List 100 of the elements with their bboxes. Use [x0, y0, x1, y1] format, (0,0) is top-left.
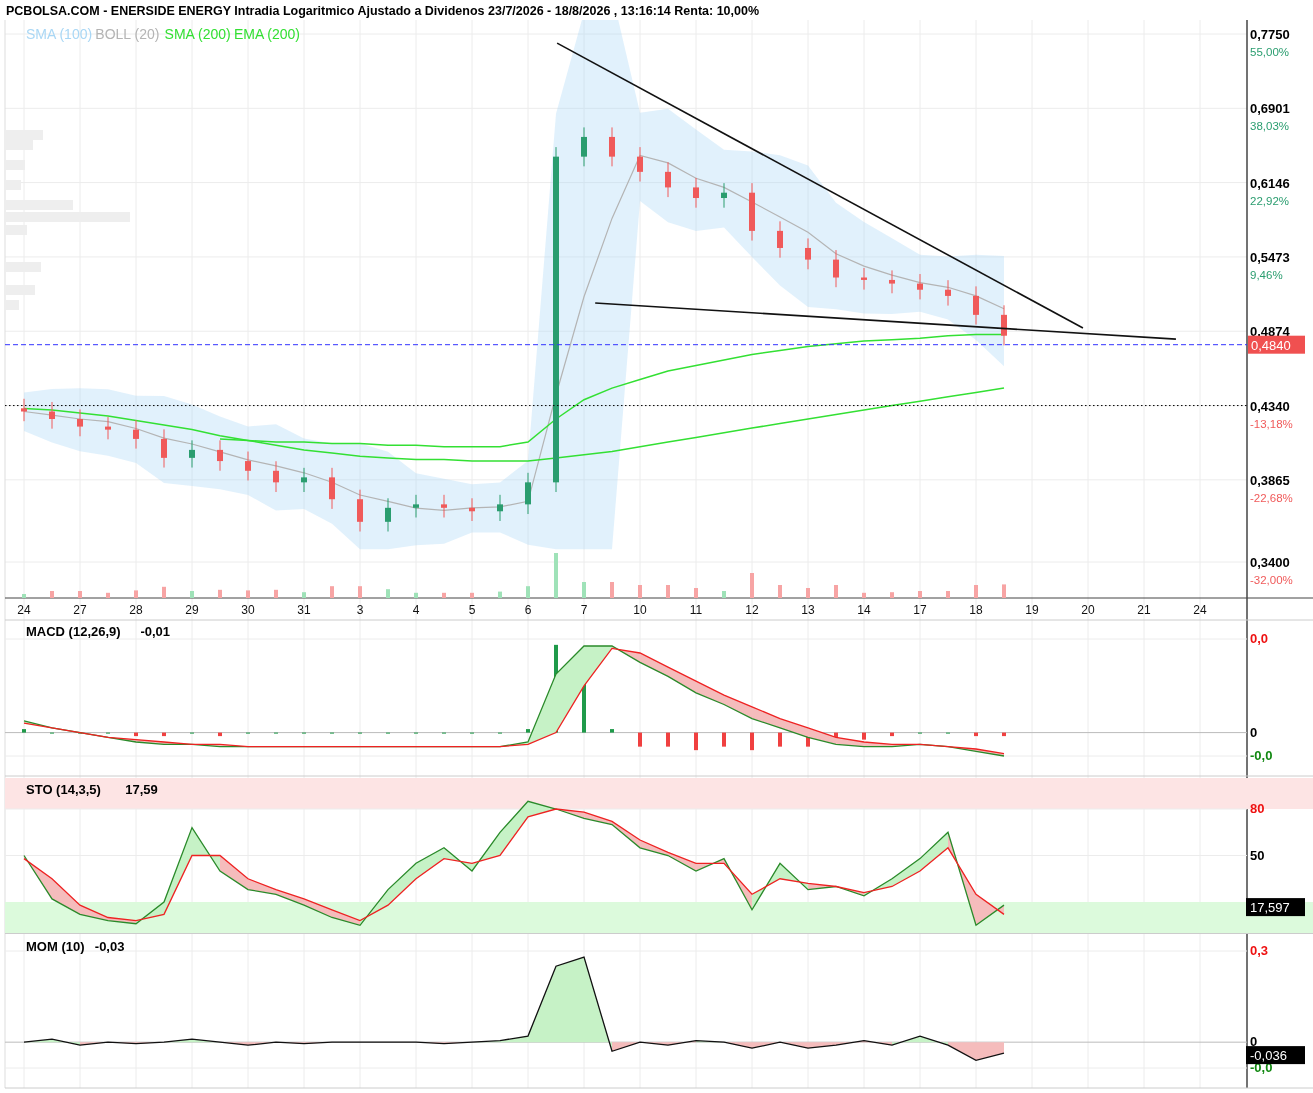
axis-tick-label: 3: [356, 603, 364, 617]
volume-bar: [50, 591, 54, 598]
histogram-bar: [1002, 732, 1006, 737]
value-tag: 17,597: [1246, 898, 1305, 917]
axis-tick-label: 4: [412, 603, 420, 617]
histogram-bar: [666, 732, 670, 747]
legend-label: BOLL (20): [95, 26, 160, 42]
candlestick: [973, 285, 979, 326]
volume-bar: [554, 553, 558, 598]
volume-bar: [134, 590, 138, 598]
axis-tick-label: 14: [857, 603, 871, 617]
candlestick: [749, 182, 755, 242]
candlestick: [917, 273, 923, 300]
volume-bar: [358, 586, 362, 598]
candlestick: [273, 460, 279, 493]
axis-tick-label: 0,4340: [1250, 398, 1290, 414]
volume-bar: [498, 591, 502, 598]
candlestick: [105, 416, 111, 440]
histogram-bar: [778, 732, 782, 747]
indicator-title: STO (14,3,5): [26, 782, 101, 797]
volume-bar: [890, 592, 894, 598]
histogram-bar: [862, 732, 866, 740]
candlestick: [21, 398, 27, 422]
volume-bar: [470, 592, 474, 598]
shaded-area: [976, 1042, 1004, 1061]
axis-tick-label: 80: [1250, 801, 1265, 816]
volume-bar: [22, 594, 26, 598]
axis-tick-label: 21: [1137, 603, 1151, 617]
shaded-area: [24, 855, 52, 899]
volume-bar: [750, 573, 754, 598]
volume-bar: [582, 582, 586, 598]
axis-tick-label: 0,6146: [1250, 175, 1290, 191]
volume-bar: [610, 582, 614, 598]
candlestick: [161, 428, 167, 469]
percent-change-label: -13,18%: [1250, 417, 1293, 430]
candlestick: [301, 467, 307, 493]
candlestick: [581, 126, 587, 167]
histogram-bar: [526, 729, 530, 733]
shaded-area: [388, 863, 416, 906]
axis-tick-label: 19: [1025, 603, 1039, 617]
axis-tick-label: 28: [129, 603, 143, 617]
candlestick: [497, 494, 503, 522]
axis-tick-label: 0,3865: [1250, 472, 1290, 488]
shaded-area: [752, 706, 780, 728]
histogram-bar: [974, 732, 978, 737]
candlestick: [441, 494, 447, 518]
chart-title: PCBOLSA.COM - ENERSIDE ENERGY Intradia Logaritmico Ajustado a Dividenos 23/7/2026 - 18/8/2026 , 13:16:14 Renta: 10,00%: [5, 3, 761, 20]
histogram-bar: [218, 732, 222, 737]
axis-tick-label: 7: [580, 603, 588, 617]
candlestick: [245, 451, 251, 481]
last-price-tag: 0,4840: [1248, 335, 1305, 354]
axis-tick-label: 24: [1193, 603, 1207, 617]
legend-label: SMA (200): [164, 26, 231, 42]
candlestick: [385, 497, 391, 532]
candlestick: [945, 279, 951, 307]
legend-label: EMA (200): [233, 26, 301, 42]
volume-bar: [666, 585, 670, 598]
volume-bar: [106, 592, 110, 598]
candlestick: [861, 267, 867, 291]
candlestick: [77, 408, 83, 437]
shaded-area: [640, 653, 668, 677]
axis-tick-label: 13: [801, 603, 815, 617]
axis-tick-label: 20: [1081, 603, 1095, 617]
volume-bar: [442, 592, 446, 598]
shaded-area: [276, 889, 304, 906]
candlestick: [665, 161, 671, 198]
volume-bar: [722, 591, 726, 598]
histogram-bar: [694, 732, 698, 751]
axis-tick-label: 30: [241, 603, 255, 617]
candlestick: [49, 401, 55, 430]
candlestick: [637, 146, 643, 183]
indicator-title: MOM (10): [26, 939, 85, 954]
candlestick: [693, 177, 699, 209]
candlestick: [357, 489, 363, 532]
candlestick: [777, 220, 783, 259]
axis-tick-label: -0,0: [1250, 748, 1273, 763]
indicator-value: -0,03: [94, 939, 125, 954]
candlestick: [609, 126, 615, 167]
candlestick: [525, 472, 531, 515]
shaded-area: [668, 667, 696, 693]
candlestick: [469, 497, 475, 522]
histogram-bar: [134, 732, 138, 737]
percent-change-label: 55,00%: [1250, 46, 1289, 58]
shaded-area: [780, 718, 808, 738]
volume-bar: [806, 588, 810, 598]
candlestick: [721, 182, 727, 209]
volume-bar: [862, 592, 866, 598]
histogram-bar: [750, 732, 754, 751]
histogram-bar: [638, 732, 642, 747]
candlestick: [413, 494, 419, 518]
histogram-bar: [22, 729, 26, 733]
shaded-area: [696, 681, 724, 705]
volume-bar: [638, 585, 642, 598]
candlestick: [217, 439, 223, 472]
value-tag: -0,036: [1246, 1046, 1305, 1065]
axis-tick-label: 6: [524, 603, 532, 617]
percent-change-label: 38,03%: [1250, 120, 1289, 133]
axis-tick-label: 29: [185, 603, 199, 617]
volume-bar: [246, 590, 250, 598]
shaded-area: [416, 847, 444, 879]
